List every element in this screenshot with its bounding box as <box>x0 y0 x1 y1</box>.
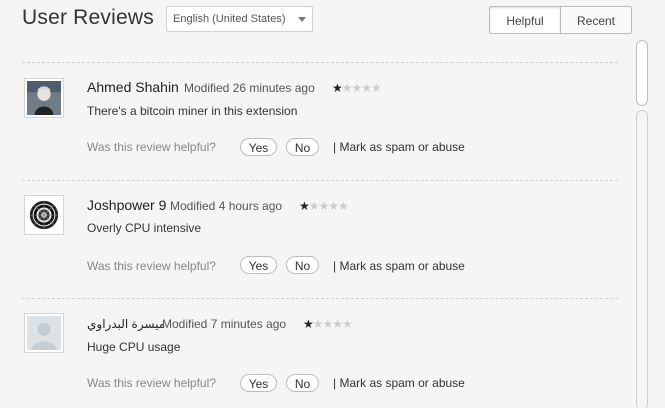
review-author[interactable]: ميسرة البدراوي <box>87 317 165 331</box>
helpful-question: Was this review helpful? <box>87 140 216 154</box>
language-select-value: English (United States) <box>173 13 286 25</box>
avatar[interactable] <box>24 78 64 118</box>
helpful-question: Was this review helpful? <box>87 376 216 390</box>
scrollbar-thumb[interactable] <box>636 40 648 106</box>
star-empty-icon: ★★★★ <box>308 199 349 213</box>
star-filled-icon: ★ <box>332 81 343 95</box>
review-modified: Modified 7 minutes ago <box>162 317 287 331</box>
mark-spam-link[interactable]: | Mark as spam or abuse <box>333 140 465 154</box>
review-text: There's a bitcoin miner in this extensio… <box>87 104 298 118</box>
scrollbar-track[interactable] <box>636 110 648 408</box>
user-photo-icon <box>27 81 61 115</box>
sort-helpful-button[interactable]: Helpful <box>490 7 561 33</box>
star-empty-icon: ★★★★ <box>312 317 353 331</box>
rating-stars: ★★★★★ <box>303 317 353 331</box>
helpful-no-button[interactable]: No <box>286 138 319 156</box>
scrollbar[interactable] <box>636 40 648 408</box>
chevron-down-icon <box>298 17 306 22</box>
review-modified: Modified 4 hours ago <box>170 199 283 213</box>
helpful-yes-button[interactable]: Yes <box>240 256 277 274</box>
review-item: Ahmed Shahin Modified 26 minutes ago ★★★… <box>0 62 620 180</box>
review-modified: Modified 26 minutes ago <box>184 81 315 95</box>
review-text: Huge CPU usage <box>87 340 181 354</box>
review-item: ميسرة البدراوي Modified 7 minutes ago ★★… <box>0 298 620 408</box>
rating-stars: ★★★★★ <box>299 199 349 213</box>
rating-stars: ★★★★★ <box>332 81 382 95</box>
review-author[interactable]: Joshpower 9 <box>87 197 166 213</box>
mandala-avatar-icon <box>27 198 61 232</box>
review-text: Overly CPU intensive <box>87 221 202 235</box>
helpful-question: Was this review helpful? <box>87 259 216 273</box>
sort-toggle: Helpful Recent <box>489 6 632 34</box>
star-filled-icon: ★ <box>303 317 314 331</box>
sort-recent-button[interactable]: Recent <box>561 7 631 33</box>
review-item: Joshpower 9 Modified 4 hours ago ★★★★★ O… <box>0 180 620 298</box>
reviews-header: User Reviews English (United States) Hel… <box>0 0 665 40</box>
star-empty-icon: ★★★★ <box>341 81 382 95</box>
helpful-yes-button[interactable]: Yes <box>240 374 277 392</box>
language-select[interactable]: English (United States) <box>166 6 313 32</box>
helpful-no-button[interactable]: No <box>286 256 319 274</box>
page-title: User Reviews <box>22 6 154 29</box>
default-user-icon <box>27 316 61 350</box>
mark-spam-link[interactable]: | Mark as spam or abuse <box>333 259 465 273</box>
avatar[interactable] <box>24 313 64 353</box>
mark-spam-link[interactable]: | Mark as spam or abuse <box>333 376 465 390</box>
avatar[interactable] <box>24 195 64 235</box>
helpful-no-button[interactable]: No <box>286 374 319 392</box>
review-author[interactable]: Ahmed Shahin <box>87 79 179 95</box>
star-filled-icon: ★ <box>299 199 310 213</box>
helpful-yes-button[interactable]: Yes <box>240 138 277 156</box>
